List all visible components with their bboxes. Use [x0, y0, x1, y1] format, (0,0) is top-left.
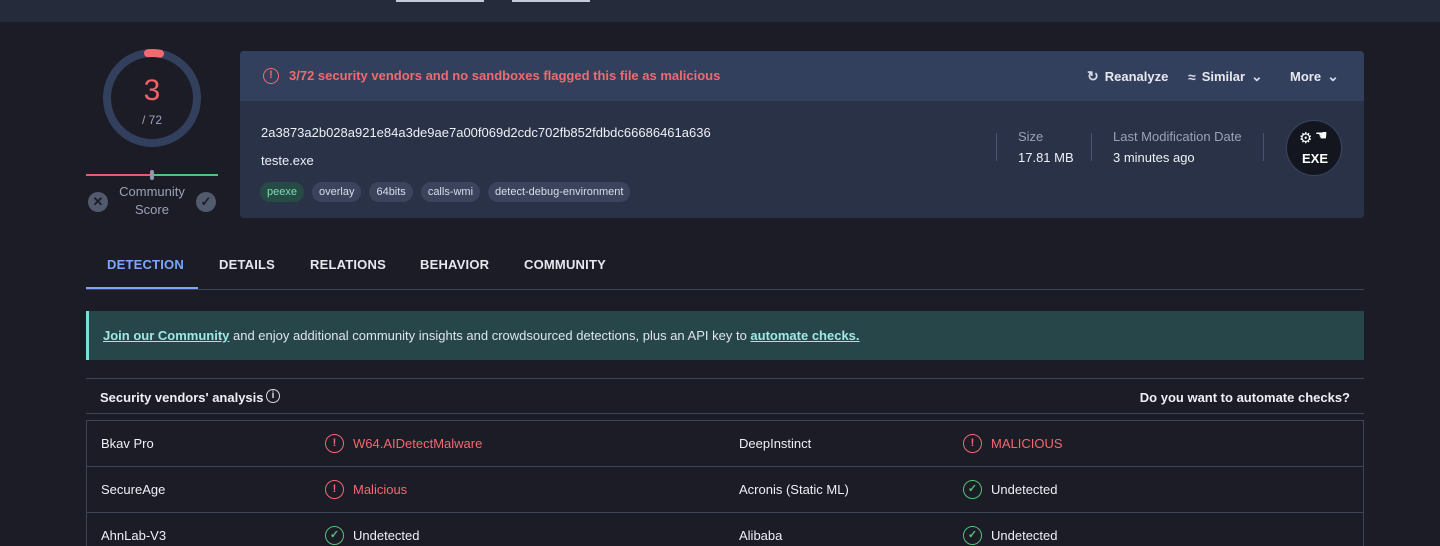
detection-score: 3 / 72 ✕ Community Score ✓ [86, 48, 218, 220]
tag[interactable]: calls-wmi [420, 182, 481, 202]
vote-harmful-icon[interactable]: ✕ [88, 192, 108, 212]
alert-icon: ! [963, 434, 982, 453]
divider [1091, 133, 1092, 161]
table-row: Bkav Pro ! W64.AIDetectMalware DeepInsti… [87, 421, 1363, 467]
community-banner: Join our Community and enjoy additional … [86, 311, 1364, 360]
similar-button[interactable]: ≈ Similar ⌄ [1188, 68, 1263, 85]
chevron-down-icon: ⌄ [1251, 68, 1263, 84]
vendor-name: DeepInstinct [739, 436, 812, 451]
banner-text: Join our Community and enjoy additional … [103, 328, 860, 343]
chevron-down-icon: ⌄ [1327, 68, 1339, 84]
alert-icon: ! [263, 68, 279, 84]
size-label: Size [1018, 129, 1044, 144]
tag[interactable]: peexe [260, 182, 304, 202]
tab-relations[interactable]: RELATIONS [310, 257, 386, 272]
vendor-name: Alibaba [739, 528, 783, 543]
tab-behavior[interactable]: BEHAVIOR [420, 257, 489, 272]
info-icon[interactable]: i [266, 389, 280, 403]
check-icon: ✓ [963, 526, 982, 545]
automate-checks-prompt[interactable]: Do you want to automate checks? [1140, 390, 1350, 405]
table-row: AhnLab-V3 ✓ Undetected Alibaba ✓ Undetec… [87, 513, 1363, 546]
report-tabs: DETECTION DETAILS RELATIONS BEHAVIOR COM… [86, 240, 1364, 290]
filetype-label: EXE [1301, 151, 1328, 166]
vendors-header: Security vendors' analysis i Do you want… [86, 378, 1364, 414]
divider [996, 133, 997, 161]
score-total: / 72 [141, 113, 162, 127]
file-summary-card: ! 3/72 security vendors and no sandboxes… [240, 51, 1364, 218]
check-icon: ✓ [963, 480, 982, 499]
vendor-result: ! MALICIOUS [963, 434, 1063, 453]
size-value: 17.81 MB [1018, 150, 1074, 165]
similar-icon: ≈ [1188, 68, 1196, 85]
file-hash[interactable]: 2a3873a2b028a921e84a3de9ae7a00f069d2cdc7… [261, 125, 711, 140]
vendor-result: ✓ Undetected [325, 526, 420, 545]
top-link-fragment[interactable] [396, 0, 484, 2]
vendor-result: ! W64.AIDetectMalware [325, 434, 482, 453]
tag[interactable]: overlay [311, 182, 362, 202]
modified-label: Last Modification Date [1113, 129, 1242, 144]
tab-detection[interactable]: DETECTION [107, 257, 184, 272]
alert-icon: ! [325, 434, 344, 453]
hand-icon: ☚ [1315, 127, 1328, 143]
vendors-title: Security vendors' analysis [100, 390, 264, 405]
vendor-name: Acronis (Static ML) [739, 482, 849, 497]
vendor-result: ! Malicious [325, 480, 407, 499]
tab-details[interactable]: DETAILS [219, 257, 275, 272]
divider [1263, 133, 1264, 161]
table-row: SecureAge ! Malicious Acronis (Static ML… [87, 467, 1363, 513]
community-score-marker [150, 170, 154, 180]
tab-community[interactable]: COMMUNITY [524, 257, 606, 272]
vendor-name: SecureAge [101, 482, 166, 497]
modified-value: 3 minutes ago [1113, 150, 1195, 165]
vote-harmless-icon[interactable]: ✓ [196, 192, 216, 212]
more-button[interactable]: More ⌄ [1290, 68, 1339, 85]
refresh-icon: ↻ [1087, 68, 1099, 84]
vendor-result: ✓ Undetected [963, 526, 1058, 545]
community-score-label: Community Score [119, 184, 185, 217]
vendors-table: Bkav Pro ! W64.AIDetectMalware DeepInsti… [86, 420, 1364, 546]
top-link-fragment[interactable] [512, 0, 590, 2]
gear-icon: ⚙ [1299, 130, 1313, 147]
file-tags: peexe overlay 64bits calls-wmi detect-de… [260, 182, 631, 202]
vendor-name: AhnLab-V3 [101, 528, 167, 543]
filetype-badge: ⚙ ☚ EXE [1286, 120, 1342, 176]
active-tab-indicator [86, 287, 198, 289]
file-name: teste.exe [261, 153, 314, 168]
vendor-result: ✓ Undetected [963, 480, 1058, 499]
score-detections: 3 [143, 74, 161, 107]
reanalyze-button[interactable]: ↻ Reanalyze [1087, 68, 1168, 85]
top-bar [0, 0, 1440, 22]
vendors-analysis: Security vendors' analysis i Do you want… [86, 378, 1364, 546]
detection-alert: 3/72 security vendors and no sandboxes f… [289, 68, 721, 83]
tag[interactable]: detect-debug-environment [488, 182, 631, 202]
summary-header: ! 3/72 security vendors and no sandboxes… [240, 51, 1364, 101]
automate-checks-link[interactable]: automate checks. [750, 328, 859, 343]
tag[interactable]: 64bits [369, 182, 413, 202]
alert-icon: ! [325, 480, 344, 499]
vendor-name: Bkav Pro [101, 436, 154, 451]
join-community-link[interactable]: Join our Community [103, 328, 229, 343]
check-icon: ✓ [325, 526, 344, 545]
